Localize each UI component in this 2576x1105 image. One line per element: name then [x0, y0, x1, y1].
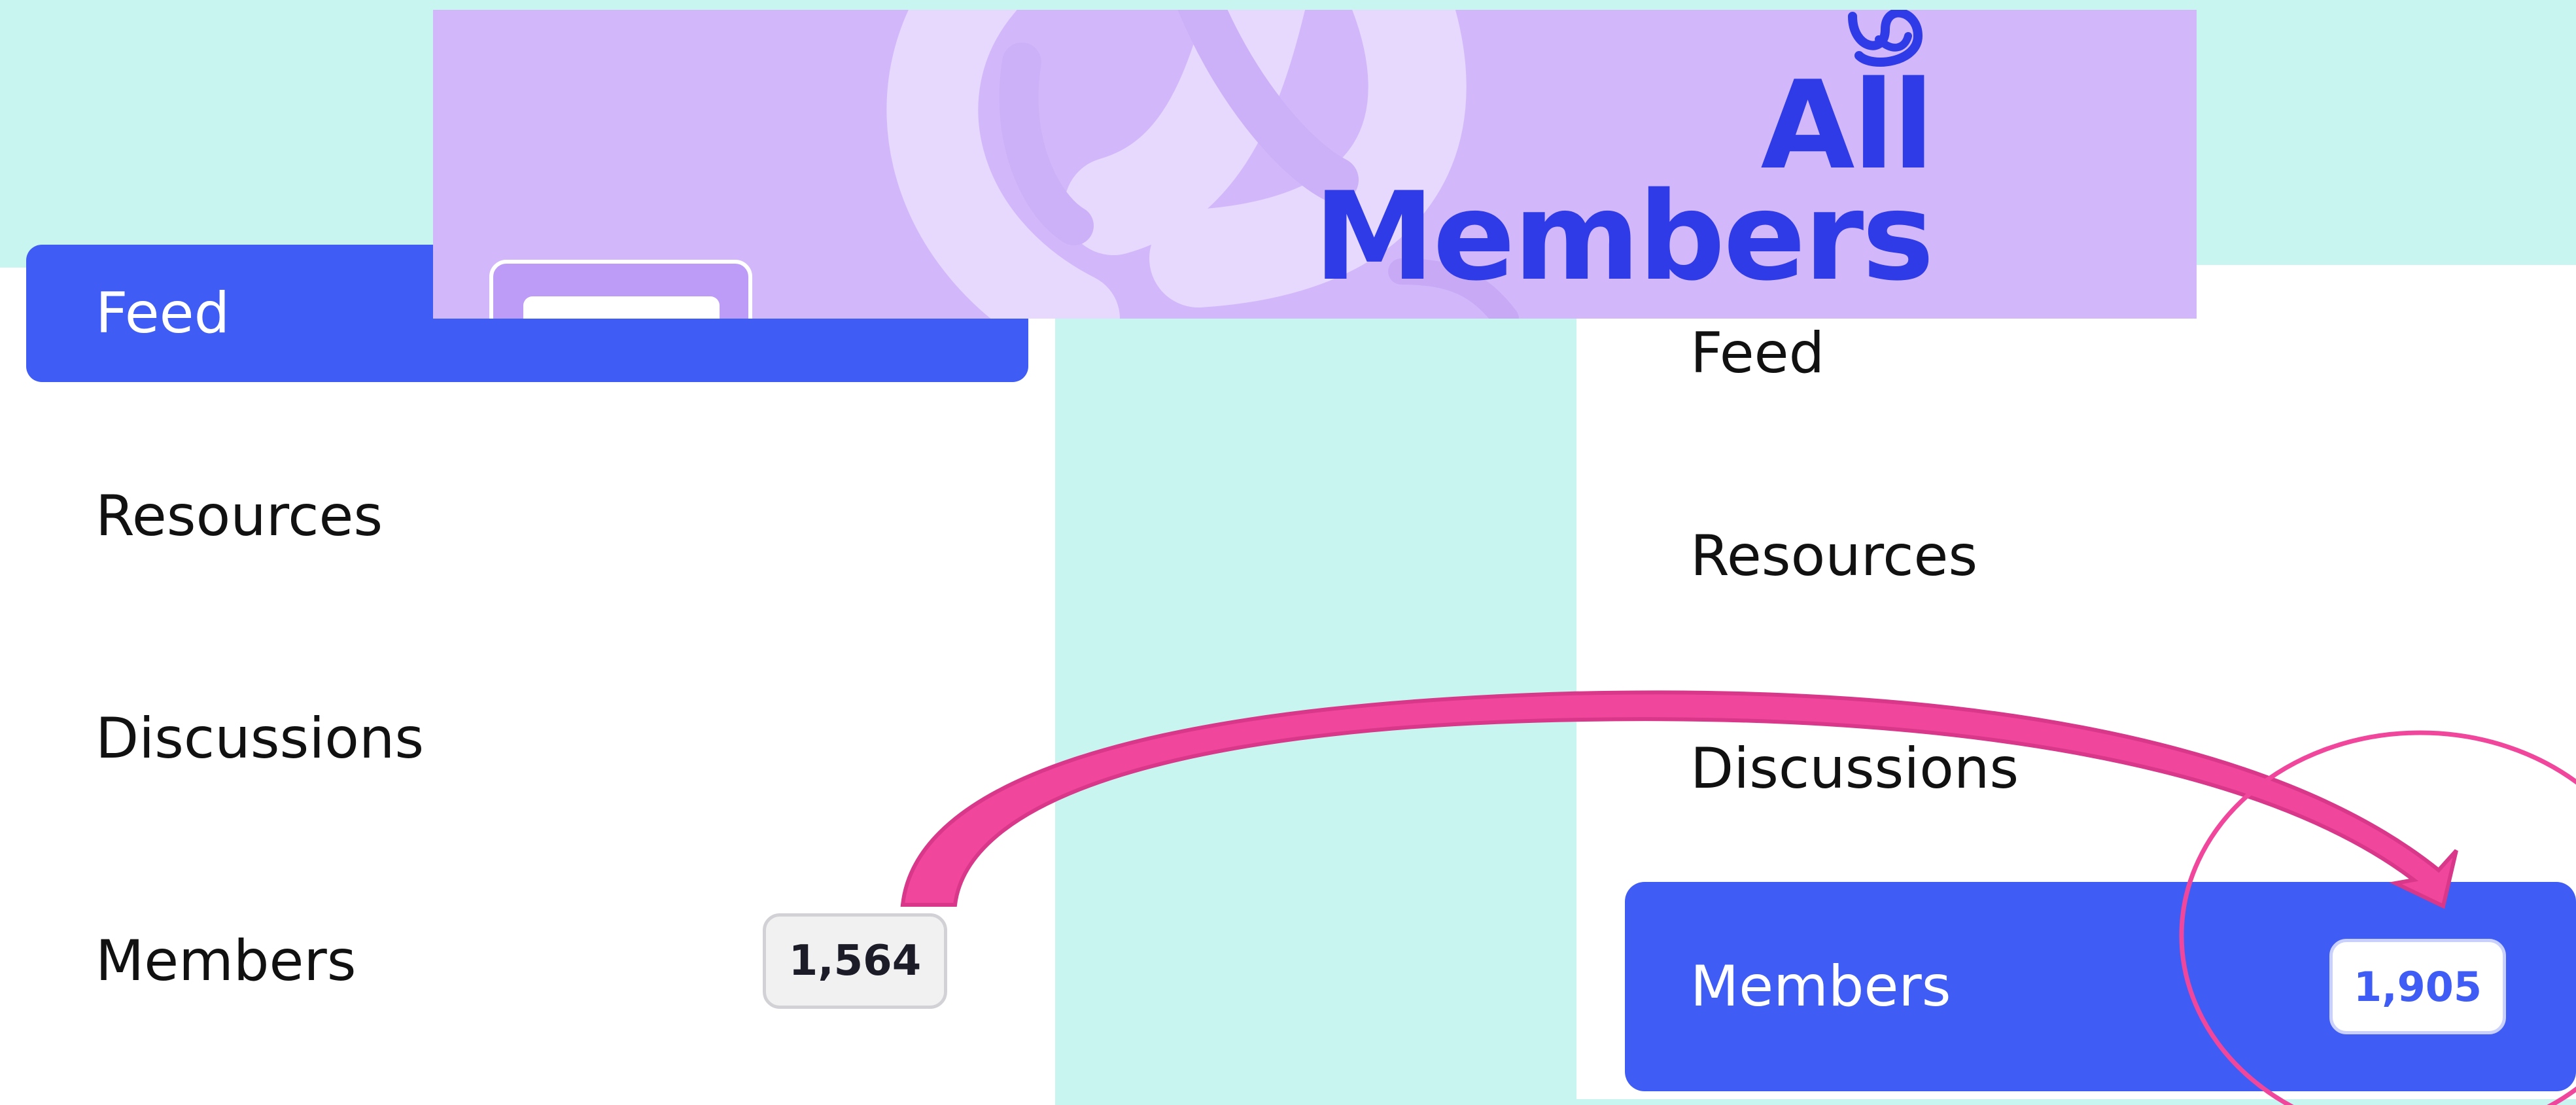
banner-avatar-card: [489, 260, 752, 319]
page-title: All Members: [1314, 54, 1934, 307]
member-count-badge: 1,905: [2329, 939, 2506, 1034]
sidebar-item-label: Discussions: [1690, 736, 2019, 801]
avatar: [523, 296, 720, 319]
sidebar-item-label: Feed: [96, 281, 230, 346]
page-banner: All Members: [433, 10, 2197, 319]
sidebar-item-members[interactable]: Members 1,905: [1625, 882, 2576, 1091]
sidebar-nav-after: Feed Resources Discussions Members 1,905: [1576, 265, 2576, 1099]
sidebar-item-discussions[interactable]: Discussions: [1625, 664, 2576, 873]
sidebar-item-discussions[interactable]: Discussions: [26, 670, 1028, 807]
sidebar-item-label: Resources: [1690, 523, 1978, 589]
sidebar-item-label: Members: [1690, 954, 1951, 1019]
member-count-badge: 1,564: [763, 913, 947, 1009]
sidebar-item-label: Feed: [1690, 321, 1825, 386]
sidebar-item-members[interactable]: Members 1,564: [26, 892, 1028, 1030]
sidebar-item-resources[interactable]: Resources: [1625, 451, 2576, 661]
sidebar-item-label: Resources: [96, 483, 383, 549]
sidebar-item-label: Members: [96, 928, 357, 994]
sidebar-nav-before: Feed Resources Discussions Members 1,564: [0, 245, 1055, 1105]
sidebar-item-resources[interactable]: Resources: [26, 447, 1028, 585]
sidebar-item-label: Discussions: [96, 706, 425, 771]
